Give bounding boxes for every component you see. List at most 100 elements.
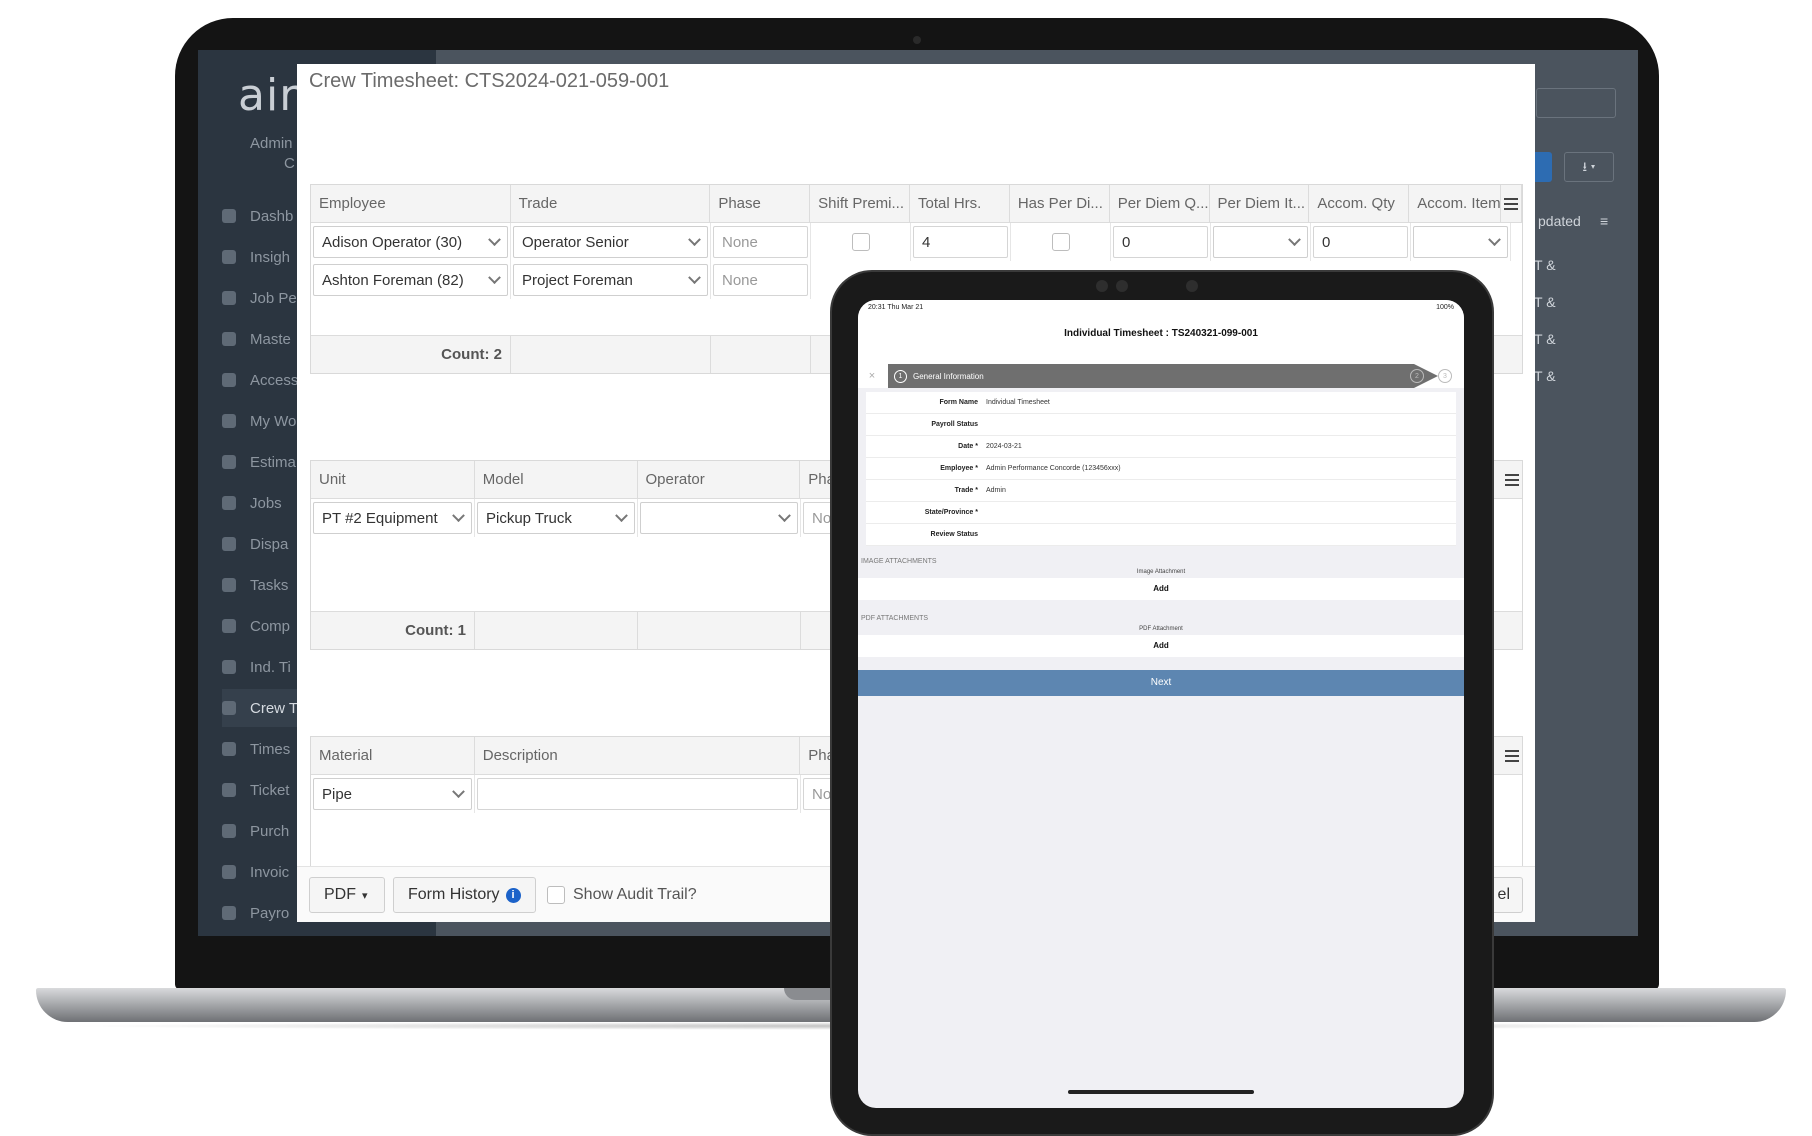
dollar-icon xyxy=(222,906,236,920)
form-field-row[interactable]: State/Province * xyxy=(866,502,1456,524)
image-add-button[interactable]: Add xyxy=(858,578,1464,600)
employee-select[interactable]: Ashton Foreman (82) xyxy=(313,264,508,296)
column-header[interactable]: Per Diem It... xyxy=(1210,185,1310,222)
info-icon: i xyxy=(505,887,521,903)
has-per-diem-checkbox[interactable] xyxy=(1051,233,1070,251)
image-attachment-title: Image Attachment xyxy=(1136,569,1186,575)
table-row: Adison Operator (30) Operator Senior Non… xyxy=(311,223,1522,261)
card-icon xyxy=(222,824,236,838)
column-header[interactable]: Phase xyxy=(710,185,811,222)
wizard-step-general-information[interactable]: 1 General Information xyxy=(888,364,1438,388)
column-header[interactable]: Trade xyxy=(511,185,711,222)
description-input[interactable] xyxy=(477,778,798,810)
model-select[interactable]: Pickup Truck xyxy=(477,502,635,534)
form-field-row[interactable]: Review Status xyxy=(866,524,1456,546)
general-information-form: Form Name Individual Timesheet Payroll St… xyxy=(866,392,1456,546)
chevron-down-icon xyxy=(488,232,501,246)
home-icon xyxy=(222,209,236,223)
laptop-camera xyxy=(913,36,921,44)
total-hrs-input[interactable]: 4 xyxy=(913,226,1008,258)
per-diem-item-select[interactable] xyxy=(1213,226,1308,258)
device-mockup: air Admin C Dashb Insigh Job Pe Maste Ac… xyxy=(0,0,1812,1136)
phase-input[interactable]: None xyxy=(713,264,808,296)
home-indicator xyxy=(1068,1090,1254,1094)
pdf-attachment-title: PDF Attachment xyxy=(1139,626,1183,632)
shift-premium-checkbox[interactable] xyxy=(851,233,870,251)
menu-icon xyxy=(1504,749,1519,762)
download-icon[interactable]: ⭳ ▾ xyxy=(1564,152,1614,182)
column-header[interactable]: Employee xyxy=(311,185,511,222)
chart-icon xyxy=(222,291,236,305)
accom-qty-input[interactable]: 0 xyxy=(1313,226,1408,258)
employee-select[interactable]: Adison Operator (30) xyxy=(313,226,508,258)
lock-icon xyxy=(222,373,236,387)
tablet-camera xyxy=(1116,280,1128,292)
pdf-attachments-heading: PDF ATTACHMENTS xyxy=(861,615,929,622)
chevron-down-icon xyxy=(452,784,465,798)
column-header-updated: pdated xyxy=(1538,213,1581,229)
column-header[interactable]: Has Per Di... xyxy=(1010,185,1110,222)
trade-select[interactable]: Project Foreman xyxy=(513,264,708,296)
column-header[interactable]: Model xyxy=(475,461,638,498)
insights-icon xyxy=(222,250,236,264)
tablet-header xyxy=(858,316,1464,364)
accom-item-select[interactable] xyxy=(1413,226,1508,258)
phase-input[interactable]: None xyxy=(713,226,808,258)
send-icon xyxy=(222,537,236,551)
chevron-down-icon xyxy=(688,232,701,246)
column-menu-icon[interactable]: ≡ xyxy=(1600,213,1608,229)
pdf-button[interactable]: PDF ▾ xyxy=(309,877,385,913)
chevron-down-icon xyxy=(688,270,701,284)
form-field-row[interactable]: Employee * Admin Performance Concorde (12… xyxy=(866,458,1456,480)
tablet-device: 20:31 Thu Mar 21 100% Individual Timeshe… xyxy=(832,272,1492,1134)
form-field-row[interactable]: Payroll Status xyxy=(866,414,1456,436)
close-icon[interactable]: × xyxy=(864,368,880,384)
column-header[interactable]: Per Diem Q... xyxy=(1110,185,1210,222)
form-history-button[interactable]: Form History i xyxy=(393,877,536,913)
chevron-down-icon xyxy=(615,508,628,522)
list-icon xyxy=(222,660,236,674)
modal-title: Crew Timesheet: CTS2024-021-059-001 xyxy=(309,70,670,92)
form-field-row[interactable]: Trade * Admin xyxy=(866,480,1456,502)
chevron-down-icon xyxy=(1288,232,1301,246)
wizard-step-2[interactable]: 2 xyxy=(1410,369,1424,383)
app-filter-select[interactable] xyxy=(1536,88,1616,118)
column-menu-button[interactable] xyxy=(1501,461,1522,498)
copy-icon xyxy=(222,742,236,756)
users-icon xyxy=(222,619,236,633)
tablet-camera xyxy=(1096,280,1108,292)
menu-icon xyxy=(1504,197,1519,210)
wizard-step-3[interactable]: 3 xyxy=(1438,369,1452,383)
app-role: Admin C xyxy=(250,135,295,172)
tablet-screen: 20:31 Thu Mar 21 100% Individual Timeshe… xyxy=(858,300,1464,1108)
per-diem-qty-input[interactable]: 0 xyxy=(1113,226,1208,258)
audit-trail-checkbox[interactable] xyxy=(547,886,565,904)
chevron-down-icon xyxy=(488,270,501,284)
column-header[interactable]: Total Hrs. xyxy=(910,185,1010,222)
menu-icon xyxy=(1504,473,1519,486)
row-count: Count: 2 xyxy=(311,336,511,373)
material-select[interactable]: Pipe xyxy=(313,778,472,810)
operator-select[interactable] xyxy=(640,502,798,534)
column-header[interactable]: Accom. Item xyxy=(1409,185,1502,222)
unit-select[interactable]: PT #2 Equipment xyxy=(313,502,472,534)
column-menu-button[interactable] xyxy=(1501,737,1522,774)
chevron-down-icon xyxy=(778,508,791,522)
column-header[interactable]: Operator xyxy=(638,461,801,498)
trade-select[interactable]: Operator Senior xyxy=(513,226,708,258)
row-count: Count: 1 xyxy=(311,612,475,649)
form-field-row[interactable]: Date * 2024-03-21 xyxy=(866,436,1456,458)
chevron-down-icon xyxy=(1488,232,1501,246)
column-menu-button[interactable] xyxy=(1501,185,1523,222)
column-header[interactable]: Accom. Qty xyxy=(1309,185,1410,222)
clipboard-icon xyxy=(222,701,236,715)
status-bar: 20:31 Thu Mar 21 100% xyxy=(858,300,1464,316)
clock-icon xyxy=(222,414,236,428)
form-field-row[interactable]: Form Name Individual Timesheet xyxy=(866,392,1456,414)
column-header[interactable]: Unit xyxy=(311,461,475,498)
column-header[interactable]: Description xyxy=(475,737,801,774)
pdf-add-button[interactable]: Add xyxy=(858,635,1464,657)
next-button[interactable]: Next xyxy=(858,670,1464,696)
column-header[interactable]: Material xyxy=(311,737,475,774)
column-header[interactable]: Shift Premi... xyxy=(810,185,910,222)
